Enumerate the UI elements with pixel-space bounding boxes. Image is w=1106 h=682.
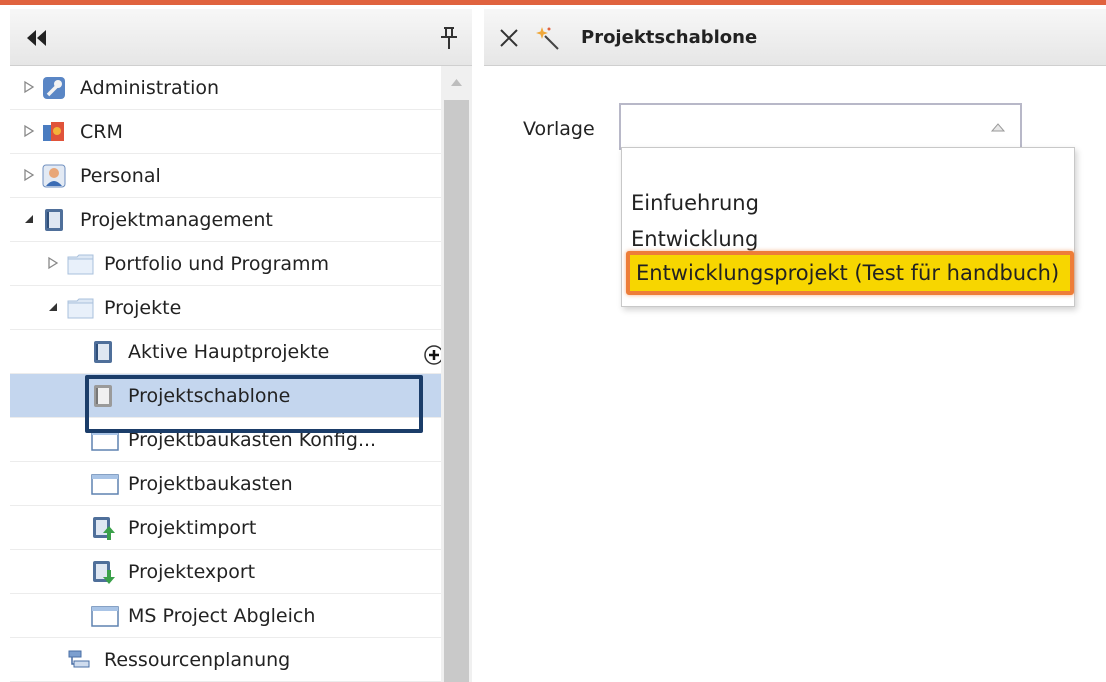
import-icon	[93, 517, 115, 540]
folder-icon	[67, 298, 94, 319]
book-icon	[45, 209, 63, 231]
book-icon	[94, 341, 112, 363]
navigation-header	[10, 9, 472, 66]
person-icon	[42, 164, 66, 188]
vorlage-combobox[interactable]	[619, 103, 1022, 150]
tree-item-label: Projektimport	[128, 517, 257, 539]
tree-item-label: Projektmanagement	[80, 209, 273, 231]
close-icon	[500, 29, 518, 47]
tree-item-label: Aktive Hauptprojekte	[128, 341, 330, 363]
pin-icon	[441, 27, 457, 49]
expand-arrow-icon[interactable]	[22, 168, 36, 182]
tree-item-label: Projektbaukasten Konfig...	[128, 429, 377, 451]
tree-item-label: CRM	[80, 121, 123, 143]
tree-item-projektimport[interactable]: Projektimport	[10, 506, 442, 550]
window-icon	[91, 606, 119, 627]
wrench-icon	[43, 77, 65, 99]
tree-item-projektmanagement[interactable]: Projektmanagement	[10, 198, 442, 242]
crm-icon	[43, 122, 64, 141]
collapse-arrow-icon[interactable]	[46, 300, 60, 314]
triangle-up-icon	[990, 123, 1006, 132]
dropdown-option-entwicklungsprojekt[interactable]: Entwicklungsprojekt (Test für handbuch)	[626, 251, 1074, 295]
tree-item-label: Administration	[80, 77, 220, 99]
tree-item-projektbaukasten-konfig[interactable]: Projektbaukasten Konfig...	[10, 418, 442, 462]
panel-title: Projektschablone	[581, 27, 758, 48]
tree-item-personal[interactable]: Personal	[10, 154, 442, 198]
expand-arrow-icon[interactable]	[22, 80, 36, 94]
window-icon	[91, 430, 119, 451]
scroll-up-button[interactable]	[441, 66, 472, 100]
resource-icon	[68, 650, 90, 668]
tree-item-ressourcenplanung[interactable]: Ressourcenplanung	[10, 638, 442, 682]
vorlage-dropdown-list: Einfuehrung Entwicklung Entwicklungsproj…	[621, 147, 1075, 307]
tree-item-portfolio-und-programm[interactable]: Portfolio und Programm	[10, 242, 442, 286]
dropdown-option-einfuehrung[interactable]: Einfuehrung	[631, 186, 759, 220]
navigation-tree: Administration CRM Personal Projektmanag…	[10, 66, 442, 682]
expand-arrow-icon[interactable]	[46, 256, 60, 270]
tree-item-label: Personal	[80, 165, 161, 187]
collapse-arrow-icon[interactable]	[22, 212, 36, 226]
double-chevron-left-icon	[27, 30, 46, 46]
tree-item-label: Projektschablone	[128, 385, 291, 407]
tree-item-ms-project-abgleich[interactable]: MS Project Abgleich	[10, 594, 442, 638]
close-button[interactable]	[498, 27, 520, 49]
navigation-panel: Administration CRM Personal Projektmanag…	[10, 9, 472, 682]
triangle-up-icon	[451, 79, 462, 86]
tree-item-projekte[interactable]: Projekte	[10, 286, 442, 330]
expand-arrow-icon[interactable]	[22, 124, 36, 138]
template-icon	[94, 385, 112, 407]
collapse-panel-button[interactable]	[24, 27, 50, 49]
tree-item-label: Projektbaukasten	[128, 473, 293, 495]
tree-item-projektexport[interactable]: Projektexport	[10, 550, 442, 594]
tree-item-label: Ressourcenplanung	[104, 649, 291, 671]
navigation-scrollbar[interactable]	[441, 66, 472, 682]
top-accent-stripe	[0, 0, 1106, 5]
vorlage-label: Vorlage	[523, 118, 595, 140]
window-icon	[91, 474, 119, 495]
pin-panel-button[interactable]	[436, 25, 462, 51]
tree-item-label: Portfolio und Programm	[104, 253, 330, 275]
folder-icon	[67, 254, 94, 275]
tree-item-administration[interactable]: Administration	[10, 66, 442, 110]
tree-item-crm[interactable]: CRM	[10, 110, 442, 154]
tree-item-projektbaukasten[interactable]: Projektbaukasten	[10, 462, 442, 506]
magic-wand-icon	[536, 27, 559, 50]
tree-item-label: MS Project Abgleich	[128, 605, 316, 627]
tree-item-projektschablone[interactable]: Projektschablone	[10, 374, 442, 418]
tree-item-label: Projektexport	[128, 561, 256, 583]
scrollbar-thumb[interactable]	[444, 100, 469, 682]
combobox-trigger[interactable]	[982, 112, 1014, 142]
tree-item-aktive-hauptprojekte[interactable]: Aktive Hauptprojekte	[10, 330, 442, 374]
content-header: Projektschablone	[484, 9, 1106, 66]
tree-item-label: Projekte	[104, 297, 182, 319]
export-icon	[93, 561, 115, 584]
